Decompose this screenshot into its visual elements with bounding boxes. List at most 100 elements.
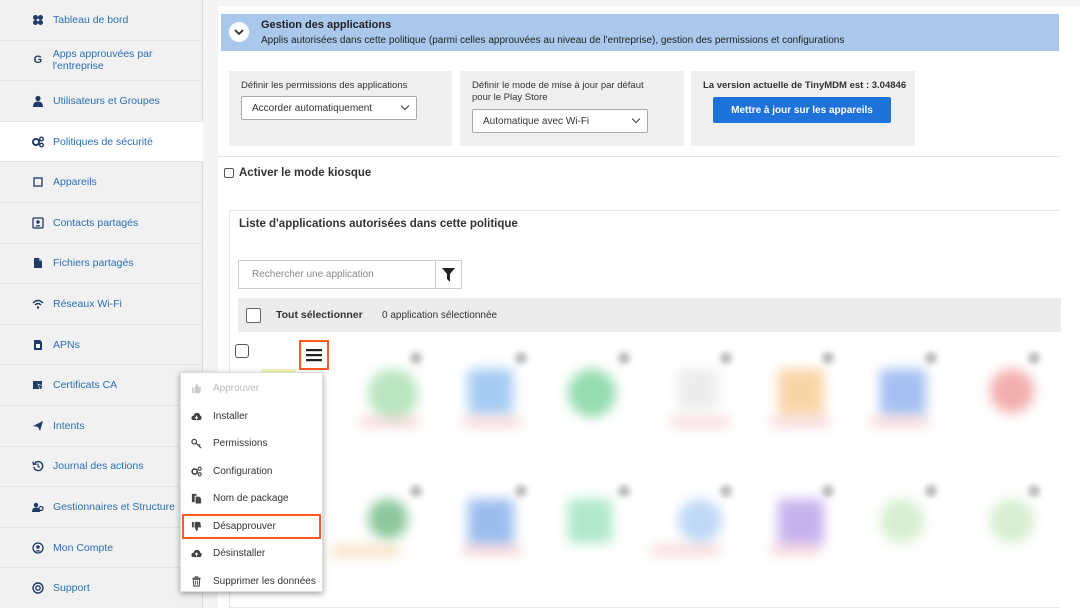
menu-item-install[interactable]: Installer [181, 403, 322, 431]
app-label-blurred [360, 419, 420, 425]
sidebar-item-users[interactable]: Utilisateurs et Groupes [0, 81, 203, 122]
managers-icon [31, 501, 45, 513]
app-tile-blurred [468, 369, 513, 414]
app-tiles-grid [230, 339, 1061, 607]
select-all-checkbox[interactable] [246, 308, 261, 323]
app-search-input[interactable]: Rechercher une application [238, 260, 436, 289]
menu-dot-blurred [618, 485, 630, 497]
update-mode-select[interactable]: Automatique avec Wi-Fi [472, 109, 648, 133]
update-mode-label: Définir le mode de mise à jour par défau… [472, 80, 644, 103]
menu-item-permissions[interactable]: Permissions [181, 430, 322, 458]
sidebar-item-my-account[interactable]: Mon Compte [0, 528, 203, 569]
sidebar-item-dashboard[interactable]: Tableau de bord [0, 0, 203, 41]
sidebar-item-action-log[interactable]: Journal des actions [0, 447, 203, 488]
sidebar-item-managers[interactable]: Gestionnaires et Structure [0, 487, 203, 528]
app-tile-blurred [880, 369, 926, 415]
app-label-blurred [770, 547, 820, 553]
menu-item-uninstall[interactable]: Désinstaller [181, 540, 322, 568]
sidebar-item-wifi[interactable]: Réseaux Wi-Fi [0, 284, 203, 325]
permissions-box: Définir les permissions des applications… [229, 71, 452, 146]
menu-item-label: Permissions [213, 438, 268, 450]
sidebar-item-support[interactable]: Support [0, 568, 203, 608]
sidebar-item-label: Politiques de sécurité [53, 135, 153, 148]
collapse-toggle-button[interactable] [229, 22, 249, 42]
history-icon [31, 460, 45, 472]
support-icon [31, 582, 45, 594]
menu-dot-blurred [618, 352, 630, 364]
sidebar-item-label: Contacts partagés [53, 216, 139, 229]
section-subtitle: Applis autorisées dans cette politique (… [261, 35, 845, 46]
copy-icon [189, 493, 203, 504]
app-menu-button[interactable] [299, 340, 329, 370]
app-tile-blurred [568, 499, 612, 543]
sidebar-item-label: Gestionnaires et Structure [53, 500, 175, 513]
app-tile-blurred [990, 499, 1034, 543]
sidebar-item-label: APNs [53, 338, 80, 351]
device-icon [31, 176, 45, 188]
update-devices-button[interactable]: Mettre à jour sur les appareils [713, 97, 891, 123]
update-mode-select-value: Automatique avec Wi-Fi [483, 115, 590, 127]
thumbs-down-icon [189, 521, 203, 532]
app-management-header: Gestion des applications Applis autorisé… [221, 14, 1059, 51]
contact-icon [31, 217, 45, 229]
app-label-blurred [650, 547, 720, 553]
sidebar-item-label: Support [53, 582, 90, 595]
select-all-label: Tout sélectionner [276, 309, 363, 321]
app-tile-blurred [368, 369, 418, 419]
app-tile-blurred [880, 499, 924, 543]
update-mode-box: Définir le mode de mise à jour par défau… [460, 71, 684, 146]
filter-icon [442, 267, 455, 282]
section-title: Gestion des applications [261, 19, 392, 31]
wifi-icon [31, 298, 45, 310]
sidebar-item-apns[interactable]: APNs [0, 325, 203, 366]
menu-item-configuration[interactable]: Configuration [181, 458, 322, 486]
filter-button[interactable] [436, 260, 462, 289]
sidebar-item-security-policies[interactable]: Politiques de sécurité [0, 121, 203, 163]
google-icon: G [33, 54, 43, 67]
sim-icon [31, 339, 45, 351]
menu-dot-blurred [410, 485, 422, 497]
sidebar-item-label: Mon Compte [53, 541, 114, 554]
app-context-menu: Approuver Installer Permissions Configur… [180, 372, 323, 592]
permissions-label: Définir les permissions des applications [241, 80, 408, 91]
app-label-blurred [670, 419, 730, 425]
user-icon [31, 95, 45, 107]
app-tile-blurred [678, 369, 718, 409]
menu-item-label: Nom de package [213, 493, 289, 505]
app-label-blurred [462, 419, 522, 425]
sidebar-item-intents[interactable]: Intents [0, 406, 203, 447]
sidebar-item-label: Appareils [53, 176, 97, 189]
app-tile-blurred [778, 499, 824, 545]
kiosk-mode-row: Activer le mode kiosque [224, 167, 371, 179]
key-icon [189, 438, 203, 449]
app-label-blurred [870, 419, 930, 425]
app-select-checkbox[interactable] [235, 344, 249, 358]
gears-icon [189, 466, 203, 477]
sidebar-item-shared-files[interactable]: Fichiers partagés [0, 244, 203, 285]
menu-item-label: Supprimer les données [213, 575, 316, 587]
chevron-down-icon [234, 28, 244, 35]
sidebar-item-label: Intents [53, 419, 85, 432]
menu-dot-blurred [1028, 352, 1040, 364]
sidebar-item-shared-contacts[interactable]: Contacts partagés [0, 203, 203, 244]
app-list-title: Liste d'applications autorisées dans cet… [239, 218, 518, 230]
menu-item-approve[interactable]: Approuver [181, 375, 322, 403]
permissions-select[interactable]: Accorder automatiquement [241, 96, 417, 120]
kiosk-mode-checkbox[interactable] [224, 168, 234, 178]
menu-item-package-name[interactable]: Nom de package [181, 485, 322, 513]
menu-item-label: Approuver [213, 383, 260, 395]
sidebar-item-ca-certificates[interactable]: Certificats CA [0, 365, 203, 406]
version-label: La version actuelle de TinyMDM est : 3.0… [703, 80, 907, 91]
hamburger-menu-icon [306, 349, 322, 362]
menu-item-clear-data[interactable]: Supprimer les données [181, 568, 322, 596]
gears-icon [31, 136, 45, 148]
app-tile-blurred [568, 369, 616, 417]
sidebar-item-devices[interactable]: Appareils [0, 162, 203, 203]
sidebar-item-label: Réseaux Wi-Fi [53, 297, 122, 310]
menu-item-label: Configuration [213, 465, 273, 477]
sidebar-item-approved-apps[interactable]: G Apps approuvées par l'entreprise [0, 41, 203, 82]
menu-item-unapprove[interactable]: Désapprouver [181, 513, 322, 541]
menu-item-label: Désapprouver [213, 520, 276, 532]
top-gutter [203, 0, 1080, 6]
app-tile-blurred [990, 369, 1034, 413]
